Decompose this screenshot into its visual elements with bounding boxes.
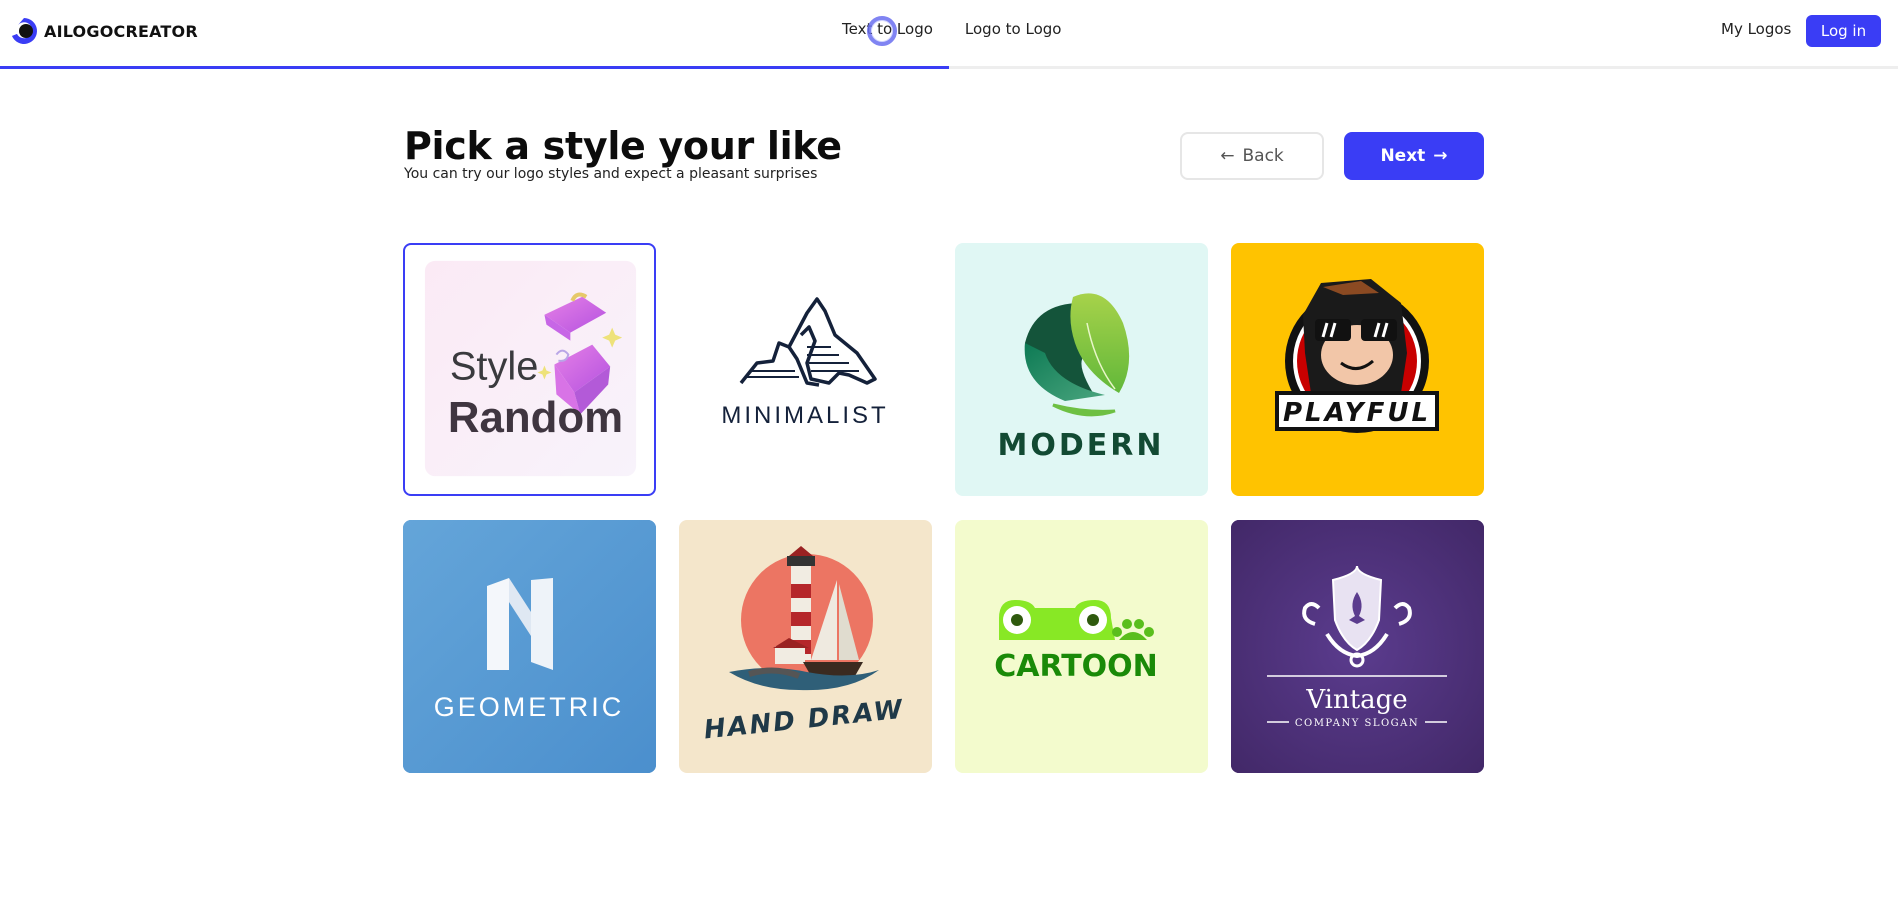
cartoon-style-image: CARTOON xyxy=(994,600,1158,684)
arrow-left-icon: ← xyxy=(1220,146,1235,166)
back-button-label: Back xyxy=(1242,146,1284,166)
modern-style-label: MODERN xyxy=(998,428,1165,463)
step-progress-bar xyxy=(0,66,1898,69)
playful-style-image: PLAYFUL xyxy=(1275,279,1439,433)
style-card-vintage[interactable]: Vintage COMPANY SLOGAN xyxy=(1231,520,1484,773)
playful-style-label: PLAYFUL xyxy=(1283,398,1431,428)
minimalist-style-label: MINIMALIST xyxy=(721,402,888,429)
random-style-line1: Style xyxy=(450,344,539,388)
brand-logo[interactable]: AILOGOCREATOR xyxy=(8,15,198,47)
step-progress-fill xyxy=(0,66,949,69)
next-button[interactable]: Next → xyxy=(1344,132,1484,180)
vintage-style-image: Vintage COMPANY SLOGAN xyxy=(1231,520,1484,773)
page-title: Pick a style your like xyxy=(404,124,842,168)
hand-draw-style-label: HAND DRAW xyxy=(703,695,906,746)
style-card-modern[interactable]: MODERN xyxy=(955,243,1208,496)
back-button[interactable]: ← Back xyxy=(1180,132,1324,180)
style-card-playful[interactable]: PLAYFUL xyxy=(1231,243,1484,496)
style-card-random[interactable]: Style Random xyxy=(403,243,656,496)
style-card-hand-draw[interactable]: HAND DRAW xyxy=(679,520,932,773)
cartoon-style-label: CARTOON xyxy=(994,649,1158,684)
style-card-geometric[interactable]: GEOMETRIC xyxy=(403,520,656,773)
style-card-cartoon[interactable]: CARTOON xyxy=(955,520,1208,773)
login-button[interactable]: Log in xyxy=(1806,15,1881,47)
title-block: Pick a style your like You can try our l… xyxy=(404,124,842,182)
style-grid: Style Random MINIMALIST MODERN PLAYFUL G… xyxy=(403,243,1484,773)
top-navbar: AILOGOCREATOR Text to Logo Logo to Logo … xyxy=(0,0,1898,69)
geometric-style-image: GEOMETRIC xyxy=(403,520,656,773)
brand-name: AILOGOCREATOR xyxy=(44,21,198,41)
page-subtitle: You can try our logo styles and expect a… xyxy=(404,166,818,182)
nav-logo-to-logo[interactable]: Logo to Logo xyxy=(965,20,1062,38)
style-card-minimalist[interactable]: MINIMALIST xyxy=(679,243,932,496)
arrow-right-icon: → xyxy=(1433,146,1448,166)
vintage-style-label: Vintage xyxy=(1305,685,1407,715)
nav-text-to-logo[interactable]: Text to Logo xyxy=(842,20,933,38)
minimalist-style-image: MINIMALIST xyxy=(721,297,888,429)
hand-draw-style-image: HAND DRAW xyxy=(703,546,906,746)
random-style-image: Style Random xyxy=(424,260,637,477)
main-nav: Text to Logo Logo to Logo xyxy=(842,20,1061,38)
random-style-line2: Random xyxy=(448,393,623,442)
my-logos-link[interactable]: My Logos xyxy=(1721,20,1791,38)
brand-logo-icon xyxy=(12,18,37,44)
vintage-style-sublabel: COMPANY SLOGAN xyxy=(1295,718,1419,729)
next-button-label: Next xyxy=(1380,146,1426,166)
modern-style-image: MODERN xyxy=(998,293,1165,463)
geometric-style-label: GEOMETRIC xyxy=(434,692,625,722)
